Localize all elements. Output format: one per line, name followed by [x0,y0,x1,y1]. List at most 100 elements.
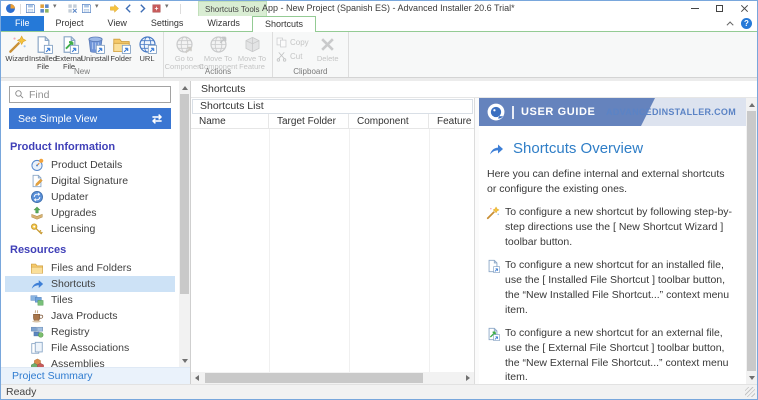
external-file-button[interactable]: External File [55,34,83,72]
column-header-feature[interactable]: Feature [429,114,474,128]
back-button[interactable] [122,2,135,15]
sidebar-item-java-products[interactable]: Java Products [5,308,175,324]
clipboard-small-buttons: Copy Cut [276,34,309,62]
delete-button[interactable]: Delete [311,34,345,63]
updates-button[interactable] [150,2,163,15]
table-body[interactable] [191,129,474,372]
guide-bullet: To configure a new shortcut by following… [485,205,738,249]
scroll-up-arrow[interactable] [746,98,757,111]
sidebar-item-file-associations[interactable]: File Associations [5,340,175,356]
build-button[interactable] [38,2,51,15]
go-to-component-button[interactable]: Go to Component [165,34,203,72]
build-cancel-button[interactable] [66,2,79,15]
save-all-button[interactable] [80,2,93,15]
uninstall-button[interactable]: Uninstall [81,34,109,63]
sidebar-item-assemblies[interactable]: Assemblies [5,356,175,367]
column-header-component[interactable]: Component [349,114,429,128]
sidebar-item-product-details[interactable]: Product Details [5,157,175,173]
collapse-ribbon-icon[interactable] [726,21,734,29]
column-header-target-folder[interactable]: Target Folder [269,114,349,128]
tab-shortcuts[interactable]: Shortcuts [251,16,316,32]
help-icon[interactable] [741,18,752,29]
guide-bullet-list: To configure a new shortcut by following… [485,205,738,384]
sidebar-item-updater[interactable]: Updater [5,189,175,205]
resize-grip-icon[interactable] [745,387,755,397]
sidebar-item-label: Assemblies [51,358,105,367]
forward-icon [137,3,148,14]
minimize-button[interactable] [682,1,707,15]
sidebar-item-label: Tiles [51,294,73,306]
guide-scrollbar[interactable] [746,98,757,384]
dropdown-icon: ▾ [95,3,99,10]
horizontal-scrollbar[interactable] [191,372,474,384]
dropdown-icon: ▾ [165,3,169,10]
tab-view[interactable]: View [96,16,139,31]
column-header-name[interactable]: Name [191,114,269,128]
run-button[interactable] [108,2,121,15]
scroll-down-arrow[interactable] [746,371,757,384]
ribbon-group-actions: Go to Component Move To Component Move To … [164,32,273,77]
move-to-component-button[interactable]: Move To Component [199,34,237,72]
sidebar: See Simple View ⇄ Product InformationPro… [1,81,191,384]
scroll-up-arrow[interactable] [179,81,190,94]
copy-button[interactable]: Copy [276,36,309,48]
sidebar-item-licensing[interactable]: Licensing [5,221,175,237]
sidebar-item-tiles[interactable]: Tiles [5,292,175,308]
url-label: URL [139,54,155,63]
sidebar-scrollbar[interactable] [179,81,190,367]
sidebar-content: See Simple View ⇄ Product InformationPro… [1,81,190,367]
triangle-up-icon [181,85,188,90]
cut-button[interactable]: Cut [276,50,309,62]
scroll-left-arrow[interactable] [191,372,203,384]
folder-button[interactable]: Folder [108,34,134,63]
content-body: Shortcuts List Name Target Folder Componen… [191,98,757,384]
dropdown-icon: ▾ [53,3,57,10]
scrollbar-thumb[interactable] [205,373,423,383]
sidebar-item-label: Product Details [51,159,123,171]
project-summary-link[interactable]: Project Summary [1,367,190,384]
forward-button[interactable] [136,2,149,15]
folder-shortcut-icon [112,35,131,54]
url-button[interactable]: URL [134,34,160,63]
shortcut-icon [30,277,44,291]
scroll-down-arrow[interactable] [179,354,190,367]
tab-settings[interactable]: Settings [139,16,196,31]
tab-project[interactable]: Project [44,16,96,31]
shortcut-overview-icon [488,141,504,157]
scrollbar-thumb[interactable] [180,94,189,294]
move-to-feature-button[interactable]: Move To Feature [235,34,269,72]
scrollbar-thumb[interactable] [747,111,756,371]
sidebar-item-registry[interactable]: Registry [5,324,175,340]
sidebar-item-shortcuts[interactable]: Shortcuts [5,276,175,292]
save-button[interactable] [24,2,37,15]
guide-bullet-text: To configure a new shortcut for an exter… [505,327,729,384]
scroll-right-arrow[interactable] [462,372,474,384]
sidebar-item-digital-signature[interactable]: Digital Signature [5,173,175,189]
guide-heading: Shortcuts Overview [488,140,738,157]
divider [512,106,514,119]
shortcuts-list-group-header[interactable]: Shortcuts List [192,99,473,114]
installed-file-button[interactable]: Installed File [29,34,57,72]
dropdown-caret[interactable]: ▾ [94,2,107,15]
page-title: Shortcuts [191,81,757,98]
url-globe-icon [138,35,157,54]
maximize-button[interactable] [707,1,732,15]
see-simple-view-button[interactable]: See Simple View ⇄ [9,108,171,129]
quick-access-toolbar: ▾ ▾ ▾ [1,2,183,15]
tab-wizards[interactable]: Wizards [195,16,252,31]
tab-file[interactable]: File [1,16,44,31]
wizard-button[interactable]: Wizard [4,34,30,63]
close-button[interactable] [732,1,757,15]
guide-intro-text: Here you can define internal and externa… [487,168,725,195]
dropdown-caret[interactable]: ▾ [52,2,65,15]
sidebar-item-upgrades[interactable]: Upgrades [5,205,175,221]
product-details-icon [30,158,44,172]
app-logo-button[interactable] [4,2,17,15]
search-input[interactable] [29,88,166,101]
context-tab-group[interactable]: Shortcuts Tools [198,1,267,16]
advancedinstaller-com-link[interactable]: ADVANCEDINSTALLER.COM [606,98,736,126]
dropdown-caret[interactable]: ▾ [164,2,177,15]
delete-icon [318,35,337,54]
sidebar-item-files-and-folders[interactable]: Files and Folders [5,260,175,276]
save-icon [25,3,36,14]
